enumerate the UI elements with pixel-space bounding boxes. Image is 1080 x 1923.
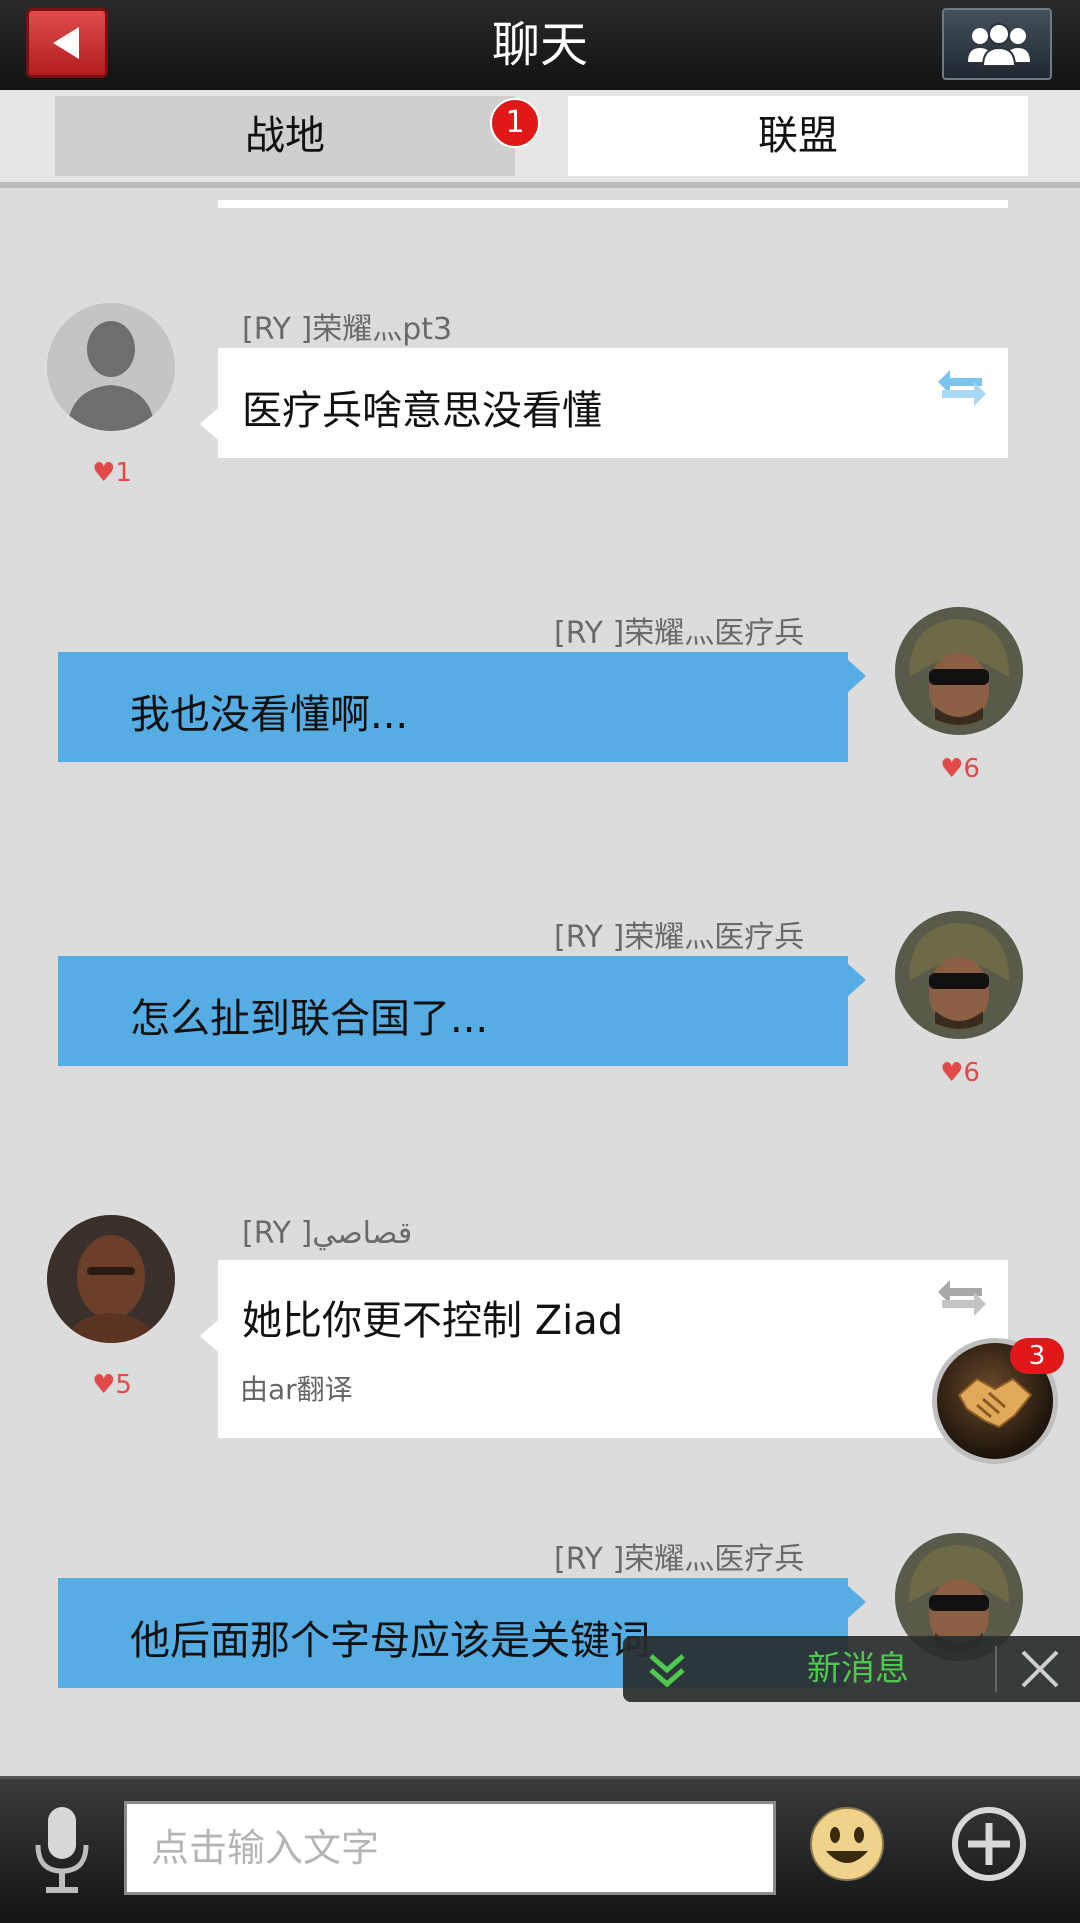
sender-name: [RY ]荣耀灬医疗兵 [554,616,805,651]
microphone-icon[interactable] [32,1805,92,1897]
fighter-avatar-icon [47,1215,175,1343]
likes-count: ♥6 [940,754,980,784]
emoji-icon[interactable] [808,1805,886,1883]
add-icon[interactable] [950,1805,1028,1883]
soldier-avatar-icon [895,607,1023,735]
avatar[interactable] [44,1212,178,1346]
double-chevron-down-icon [649,1654,685,1688]
group-icon [968,23,1030,67]
avatar[interactable] [892,908,1026,1042]
tab-battlefield[interactable]: 战地 [55,96,515,176]
sender-name: [RY ]قصاصي [242,1216,413,1251]
header-bar: 聊天 [0,0,1080,92]
sender-name: [RY ]荣耀灬医疗兵 [554,920,805,955]
divider [995,1646,997,1692]
message-bubble[interactable]: 她比你更不控制 Ziad 由ar翻译 [200,1260,1008,1438]
message-text: 他后面那个字母应该是关键词 [130,1618,650,1664]
new-message-bar[interactable]: 新消息 [623,1636,1080,1702]
members-button[interactable] [942,8,1052,80]
translated-by-note: 由ar翻译 [240,1373,353,1406]
alliance-unread-badge: 3 [1010,1338,1064,1374]
message-bubble[interactable]: 我也没看懂啊... [58,652,866,762]
message-text: 我也没看懂啊... [130,692,409,738]
tab-alliance[interactable]: 联盟 [568,96,1028,176]
likes-count: ♥6 [940,1058,980,1088]
likes-count: ♥1 [92,458,132,488]
tab-unread-badge: 1 [490,98,540,148]
avatar[interactable] [892,604,1026,738]
translate-icon[interactable] [936,366,988,410]
message-text: 她比你更不控制 Ziad [242,1298,624,1344]
chat-input-bar: 点击输入文字 [0,1776,1080,1923]
default-avatar-icon [47,303,175,431]
message-bubble[interactable]: 医疗兵啥意思没看懂 [200,348,1008,458]
sender-name: [RY ]荣耀灬医疗兵 [554,1542,805,1577]
handshake-icon [957,1377,1033,1429]
new-message-label[interactable]: 新消息 [713,1636,1003,1702]
list-top-divider [218,200,1008,208]
message-text: 医疗兵啥意思没看懂 [242,388,602,434]
chat-tabs: 战地 1 联盟 [0,90,1080,188]
sender-name: [RY ]荣耀灬pt3 [242,312,453,347]
translate-icon[interactable] [936,1276,988,1320]
soldier-avatar-icon [895,911,1023,1039]
message-bubble[interactable]: 怎么扯到联合国了... [58,956,866,1066]
likes-count: ♥5 [92,1370,132,1400]
avatar[interactable] [44,300,178,434]
close-icon[interactable] [1019,1648,1061,1690]
message-input[interactable]: 点击输入文字 [124,1801,776,1895]
message-text: 怎么扯到联合国了... [130,996,489,1042]
page-title: 聊天 [491,17,588,73]
